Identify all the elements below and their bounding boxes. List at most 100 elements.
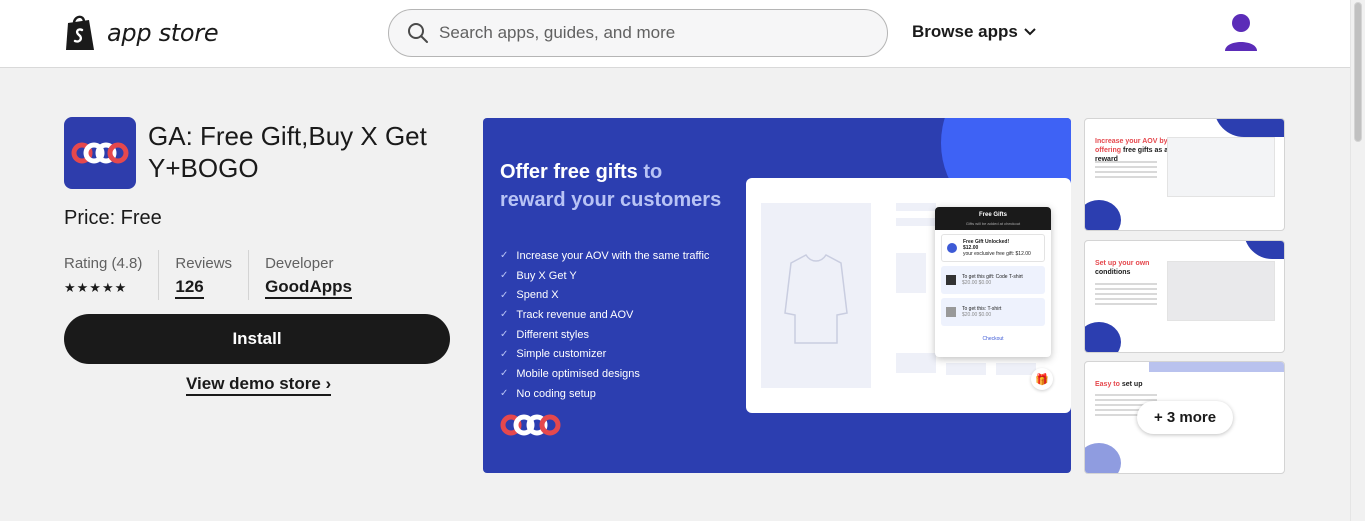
feature-text: Different styles (516, 328, 589, 341)
thumbnail-mockup (1167, 261, 1275, 321)
check-circle-icon (947, 243, 957, 253)
text-placeholder (896, 203, 936, 211)
decorative-shape (1244, 241, 1284, 259)
check-icon: ✓ (500, 270, 509, 282)
developer-stat: Developer GoodApps (265, 250, 368, 300)
search-bar[interactable] (388, 9, 888, 57)
tshirt-icon (946, 275, 956, 285)
goodapps-logo-icon (71, 142, 129, 164)
decorative-shape (1214, 119, 1284, 137)
feature-text: Simple customizer (516, 348, 607, 361)
popup-subtitle: Gifts will be added at checkout (935, 221, 1051, 230)
text-placeholder (896, 253, 926, 293)
text-placeholder (1095, 283, 1157, 308)
gift-item-price: $20.00 $0.00 (962, 280, 992, 286)
gift-item: To get this gift: Code T-shirt $20.00 $0… (941, 266, 1045, 294)
top-header: app store Browse apps (0, 0, 1365, 68)
gift-item: To get this: T-shirt $20.00 $0.00 (941, 298, 1045, 326)
product-image-placeholder (761, 203, 871, 388)
screenshot-thumbnail[interactable]: Increase your AOV by offering free gifts… (1084, 118, 1285, 231)
check-icon: ✓ (500, 289, 509, 301)
check-icon: ✓ (500, 368, 509, 380)
more-screenshots-button[interactable]: + 3 more (1137, 401, 1233, 434)
app-stats: Rating (4.8) ★★★★★ Reviews 126 Developer… (64, 250, 384, 300)
screenshot-thumbnail[interactable]: Set up your own conditions (1084, 240, 1285, 353)
install-button[interactable]: Install (64, 314, 450, 364)
banner-heading-bold: Offer free gifts (500, 161, 638, 183)
gift-item-text: To get this gift: Code T-shirt $20.00 $0… (962, 274, 1023, 286)
app-store-logo[interactable]: app store (63, 14, 219, 52)
free-gifts-popup: Free Gifts Gifts will be added at checko… (935, 207, 1051, 357)
feature-text: Increase your AOV with the same traffic (516, 249, 710, 262)
main-screenshot[interactable]: Offer free gifts to reward your customer… (483, 118, 1071, 473)
text-placeholder (1095, 161, 1157, 181)
feature-text: No coding setup (516, 387, 596, 400)
user-avatar-icon[interactable] (1222, 13, 1260, 53)
list-item: ✓ Simple customizer (500, 344, 709, 364)
rating-stars: ★★★★★ (64, 280, 128, 295)
thumbnail-title-red: Set up your own (1095, 260, 1150, 267)
reviews-count-link[interactable]: 126 (175, 277, 204, 299)
logo-text: app store (107, 19, 219, 47)
list-item: ✓ Different styles (500, 325, 709, 345)
thumbnail-title: Increase your AOV by offering free gifts… (1095, 137, 1170, 164)
app-title: GA: Free Gift,Buy X Get Y+BOGO (148, 121, 427, 183)
search-icon (408, 23, 428, 43)
banner-heading: Offer free gifts to reward your customer… (500, 158, 730, 214)
decorative-shape (1085, 200, 1121, 230)
reviews-label: Reviews (175, 255, 233, 272)
rating-label: Rating (4.8) (64, 255, 143, 272)
decorative-shape (1085, 322, 1121, 352)
gift-item-desc: your exclusive free gift: $12.00 (963, 251, 1031, 257)
decorative-shape (1085, 443, 1121, 473)
feature-text: Spend X (516, 289, 559, 302)
check-icon: ✓ (500, 348, 509, 360)
decorative-shape (1149, 362, 1284, 372)
reviews-stat: Reviews 126 (175, 250, 250, 300)
browse-apps-menu[interactable]: Browse apps (912, 22, 1036, 42)
check-icon: ✓ (500, 309, 509, 321)
gift-item-price: $20.00 $0.00 (962, 312, 992, 318)
feature-text: Mobile optimised designs (516, 367, 640, 380)
check-icon: ✓ (500, 250, 509, 262)
list-item: ✓ Increase your AOV with the same traffic (500, 246, 709, 266)
check-icon: ✓ (500, 329, 509, 341)
view-demo-store-link[interactable]: View demo store › (186, 374, 332, 396)
shopify-bag-icon (66, 15, 94, 50)
search-input[interactable] (439, 23, 839, 43)
thumbnail-title: Easy to set up (1095, 380, 1170, 389)
gift-icon: 🎁 (1031, 368, 1053, 390)
feature-list: ✓ Increase your AOV with the same traffic… (500, 246, 709, 404)
list-item: ✓ Mobile optimised designs (500, 364, 709, 384)
tshirt-icon (946, 307, 956, 317)
popup-title: Free Gifts (935, 207, 1051, 221)
goodapps-logo-icon (500, 414, 561, 436)
chevron-down-icon (1024, 28, 1036, 36)
thumbnail-mockup (1167, 137, 1275, 197)
rating-stat: Rating (4.8) ★★★★★ (64, 250, 160, 300)
developer-label: Developer (265, 255, 334, 272)
shirt-icon (784, 254, 848, 344)
app-price: Price: Free (64, 207, 162, 229)
gift-item-text: To get this: T-shirt $20.00 $0.00 (962, 306, 1001, 318)
text-placeholder (946, 363, 986, 375)
check-icon: ✓ (500, 388, 509, 400)
thumbnail-title-dark: conditions (1095, 269, 1131, 276)
list-item: ✓ Spend X (500, 285, 709, 305)
thumbnail-title: Set up your own conditions (1095, 259, 1170, 277)
text-placeholder (896, 353, 936, 373)
list-item: ✓ Track revenue and AOV (500, 305, 709, 325)
gift-item-text: Free Gift Unlocked! $12.00 your exclusiv… (963, 239, 1031, 257)
list-item: ✓ No coding setup (500, 384, 709, 404)
text-placeholder (996, 363, 1036, 375)
thumbnail-title-red: Easy to (1095, 381, 1120, 388)
text-placeholder (896, 218, 936, 226)
gift-item: Free Gift Unlocked! $12.00 your exclusiv… (941, 234, 1045, 262)
feature-text: Track revenue and AOV (516, 308, 634, 321)
app-icon (64, 117, 136, 189)
popup-checkout-link: Checkout (982, 336, 1004, 342)
page-scrollbar[interactable] (1350, 0, 1365, 521)
scrollbar-thumb[interactable] (1354, 2, 1362, 142)
developer-link[interactable]: GoodApps (265, 277, 352, 299)
thumbnail-title-dark: set up (1119, 381, 1143, 388)
